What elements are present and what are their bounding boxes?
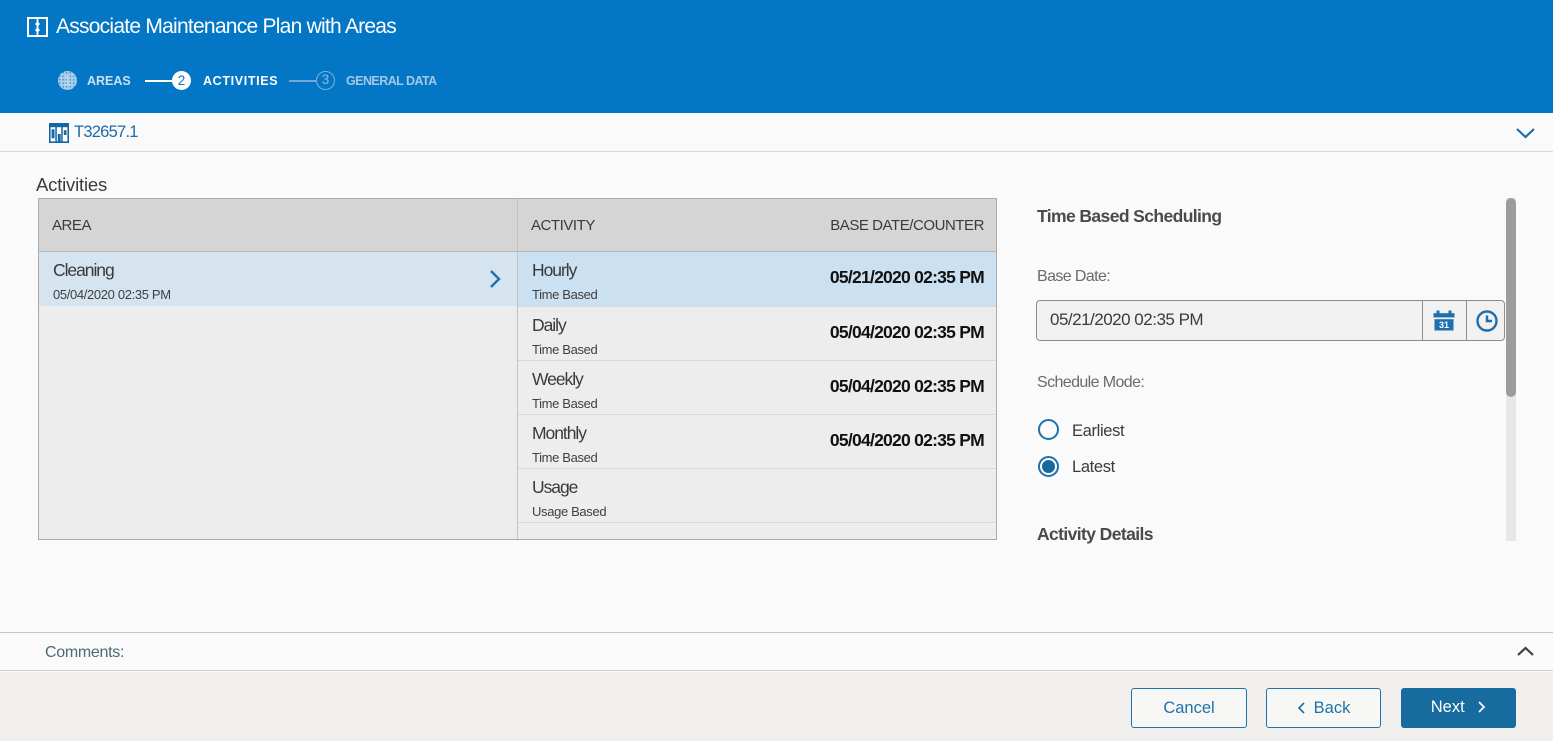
svg-text:31: 31 [1439, 320, 1449, 330]
